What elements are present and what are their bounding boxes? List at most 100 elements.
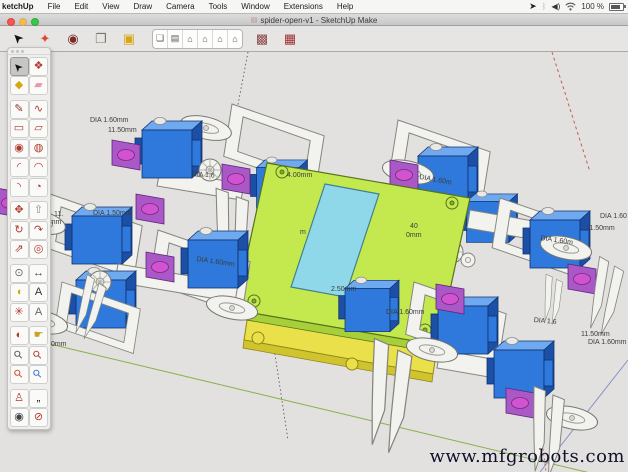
- purple-bracket-left-top: [111, 139, 141, 171]
- view-front-icon: ⌂: [187, 33, 193, 44]
- dimension-tool[interactable]: ↔: [29, 263, 48, 283]
- materials-button[interactable]: ▦: [279, 29, 301, 49]
- push-pull-tool[interactable]: ⇧: [29, 201, 48, 220]
- text-tool[interactable]: A: [29, 283, 48, 302]
- menu-item-camera[interactable]: Camera: [159, 2, 201, 11]
- two-point-arc-tool[interactable]: ◠: [29, 158, 48, 177]
- polygon-icon: ◍: [33, 141, 44, 154]
- zoom-window-tool[interactable]: ⚲: [29, 345, 48, 365]
- arc-icon: ◜: [16, 161, 22, 173]
- palette-header[interactable]: [8, 48, 50, 55]
- model-canvas[interactable]: DIA 1.60mm 11.50mm DIA 1.50mm 11. 60mm DIA 1.…: [0, 52, 628, 472]
- pan-tool[interactable]: ☛: [29, 326, 48, 345]
- menu-item-view[interactable]: View: [95, 2, 126, 11]
- pie-tool[interactable]: ◔: [29, 177, 48, 197]
- view-left-button[interactable]: ⌂: [213, 29, 228, 48]
- make-component-tool[interactable]: ❖: [29, 56, 48, 76]
- styles-button[interactable]: ▩: [251, 29, 273, 49]
- dimension-label: 11.50mm: [108, 127, 137, 134]
- section-plane-tool[interactable]: ⊘: [29, 408, 48, 427]
- select-tool[interactable]: ➤: [9, 56, 29, 76]
- circle-tool[interactable]: ◉: [9, 138, 29, 158]
- palette-dot: [16, 49, 19, 53]
- look-around-tool[interactable]: ◉: [9, 408, 29, 427]
- position-camera-tool[interactable]: ♙: [9, 388, 29, 408]
- dimension-label: DIA 1.60mm: [588, 339, 627, 346]
- view-top-button[interactable]: ▤: [168, 29, 183, 48]
- dimension-label: DIA 1.60mm: [386, 309, 425, 316]
- zoom-window-icon: ⚲: [31, 347, 46, 362]
- axes-tool[interactable]: ✳: [9, 302, 29, 322]
- section-plane-icon: ⊘: [33, 411, 44, 423]
- select-icon: ➤: [11, 58, 27, 74]
- menu-item-file[interactable]: File: [41, 2, 68, 11]
- select-cursor-button[interactable]: ➤: [6, 29, 28, 49]
- menu-item-extensions[interactable]: Extensions: [277, 2, 330, 11]
- offset-tool[interactable]: ◎: [29, 240, 48, 259]
- model-viewport-svg[interactable]: [0, 52, 628, 472]
- protractor-tool[interactable]: ◖: [9, 283, 29, 302]
- paint-bucket-tool[interactable]: ◆: [9, 76, 29, 95]
- freehand-icon: ∿: [33, 102, 44, 115]
- components-button[interactable]: ❐: [90, 29, 112, 49]
- two-point-arc-icon: ◠: [33, 161, 44, 173]
- zoom-extents-tool[interactable]: ⚲: [9, 365, 29, 384]
- dimension-label: 4.00mm: [287, 172, 313, 179]
- walk-tool[interactable]: „: [29, 388, 48, 408]
- toolbar: ➤ ✦ ◉ ❐ ▣ ❏ ▤ ⌂ ⌂ ⌂ ⌂ ▩ ▦: [0, 26, 628, 52]
- battery-percent: 100 %: [581, 2, 604, 11]
- bluetooth-icon[interactable]: ᛒ: [542, 2, 547, 11]
- view-back-button[interactable]: ⌂: [198, 29, 213, 48]
- follow-me-tool[interactable]: ↷: [29, 220, 48, 240]
- orbit-tool[interactable]: ◐: [9, 326, 29, 345]
- materials-icon: ▦: [283, 31, 297, 46]
- view-iso-button[interactable]: ❏: [153, 29, 168, 48]
- make-component-icon: ❖: [33, 59, 44, 72]
- screen: { "menu_bar": { "app_name": "ketchUp", "…: [0, 0, 628, 472]
- 3d-text-tool[interactable]: A: [29, 302, 48, 322]
- purple-bracket-left-lower: [145, 251, 175, 283]
- menu-item-help[interactable]: Help: [330, 2, 360, 11]
- tape-measure-tool[interactable]: ⊙: [9, 263, 29, 283]
- axes-icon: ✳: [14, 305, 24, 318]
- dimension-label: 11.50mm: [581, 331, 610, 338]
- previous-icon: ⚲: [31, 367, 46, 382]
- menu-item-tools[interactable]: Tools: [202, 2, 235, 11]
- document-icon: ▤: [250, 17, 258, 24]
- view-front-button[interactable]: ⌂: [183, 29, 198, 48]
- previous-tool[interactable]: ⚲: [29, 365, 48, 384]
- freehand-tool[interactable]: ∿: [29, 99, 48, 119]
- iso-cube-button[interactable]: ▣: [118, 29, 140, 49]
- polygon-tool[interactable]: ◍: [29, 138, 48, 158]
- move-tool[interactable]: ✥: [9, 201, 29, 220]
- menu-item-window[interactable]: Window: [234, 2, 276, 11]
- volume-icon[interactable]: ◀): [551, 2, 560, 11]
- menu-app-name[interactable]: ketchUp: [0, 2, 41, 11]
- zoom-icon: ⚲: [11, 347, 26, 362]
- line-tool[interactable]: ✎: [9, 99, 29, 119]
- view-right-button[interactable]: ⌂: [228, 30, 242, 48]
- rectangle-tool[interactable]: ▭: [9, 119, 29, 138]
- arc-tool[interactable]: ◜: [9, 158, 29, 177]
- eraser-tool[interactable]: ▰: [29, 76, 48, 95]
- palette-group-divider: [9, 384, 49, 388]
- wifi-icon[interactable]: [565, 2, 576, 11]
- three-point-arc-tool[interactable]: ◝: [9, 177, 29, 197]
- send-icon[interactable]: ➤: [529, 2, 537, 11]
- purple-bracket-bottom-outer: [505, 387, 535, 419]
- purple-bracket-right: [567, 263, 597, 295]
- menu-item-draw[interactable]: Draw: [126, 2, 159, 11]
- zoom-tool[interactable]: ⚲: [9, 345, 29, 365]
- orbit-globe-button[interactable]: ◉: [62, 29, 84, 49]
- standard-views-segment: ❏ ▤ ⌂ ⌂ ⌂ ⌂: [152, 28, 243, 49]
- menu-item-edit[interactable]: Edit: [67, 2, 95, 11]
- rotated-rectangle-tool[interactable]: ▱: [29, 119, 48, 138]
- pan-icon: ☛: [33, 329, 44, 341]
- 3d-text-icon: A: [34, 305, 43, 318]
- purple-bracket-bottom-right: [435, 283, 465, 315]
- rotate-tool[interactable]: ↻: [9, 220, 29, 240]
- rotated-rectangle-icon: ▱: [34, 122, 43, 134]
- instructor-button[interactable]: ✦: [34, 29, 56, 49]
- scale-tool[interactable]: ⇗: [9, 240, 29, 259]
- title-wrap: ▤ spider-open-v1 - SketchUp Make: [0, 14, 628, 26]
